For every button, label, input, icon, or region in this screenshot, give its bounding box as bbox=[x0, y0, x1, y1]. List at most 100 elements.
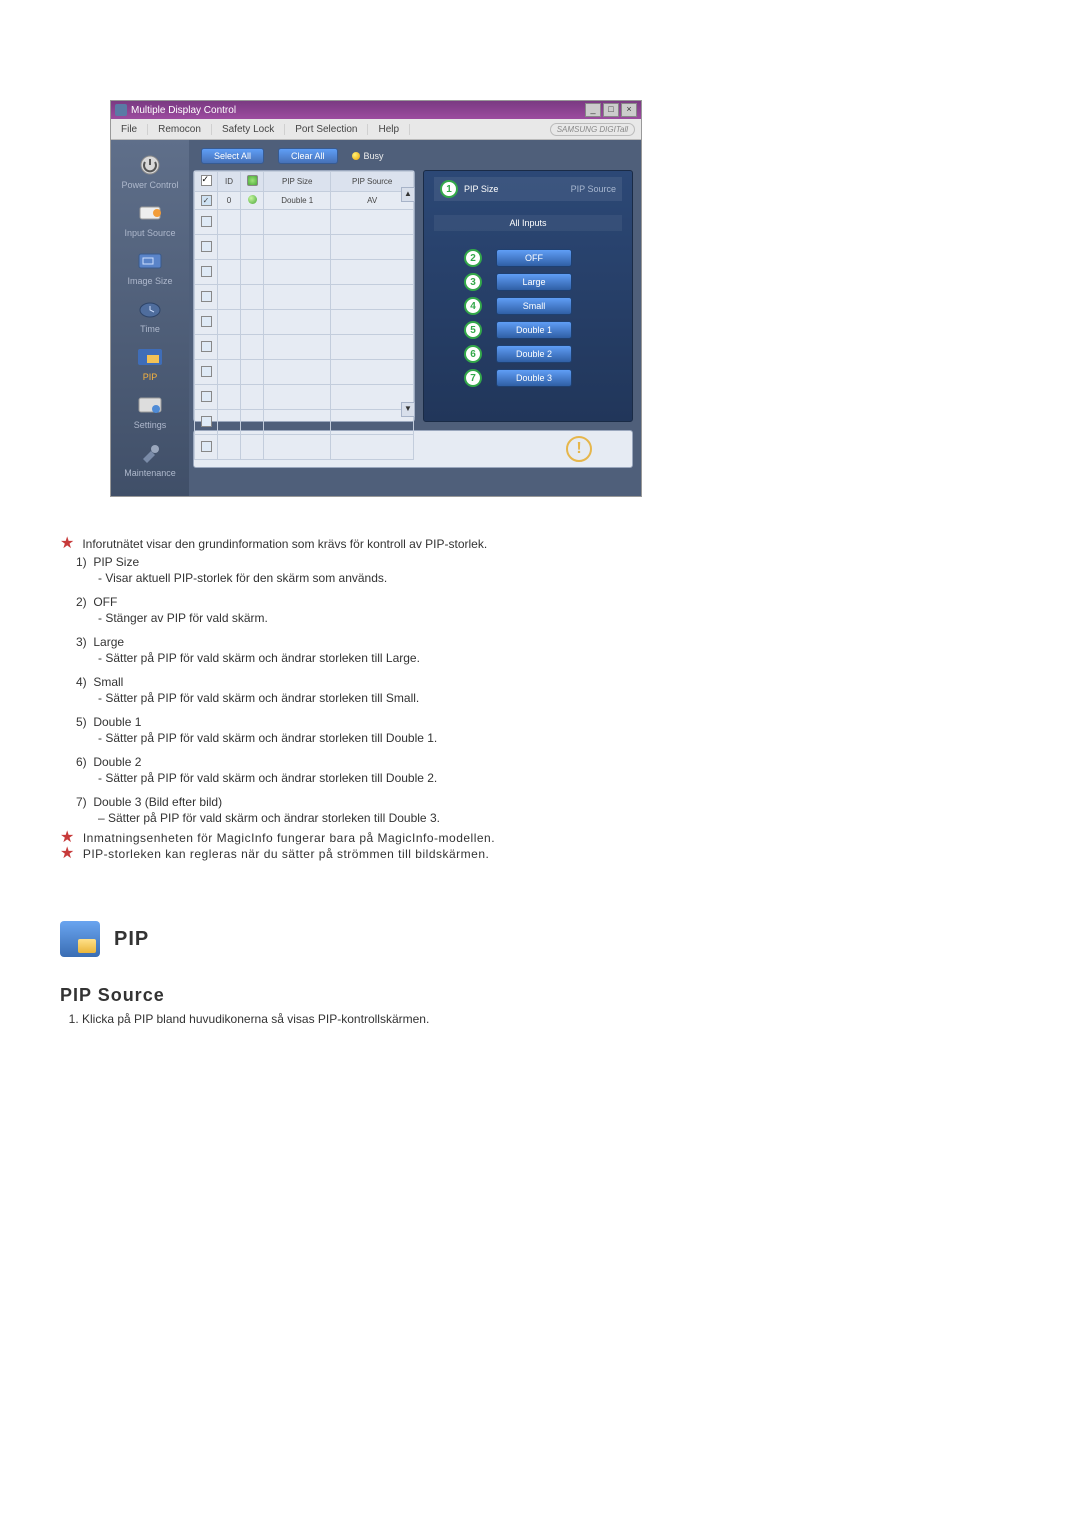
row-checkbox[interactable] bbox=[201, 416, 212, 427]
item-desc: - Sätter på PIP för vald skärm och ändra… bbox=[98, 651, 1020, 665]
note-1: Inmatningsenheten för MagicInfo fungerar… bbox=[83, 831, 495, 845]
item-title: PIP Size bbox=[93, 555, 139, 569]
row-checkbox[interactable] bbox=[201, 266, 212, 277]
col-id: ID bbox=[218, 172, 241, 192]
settings-icon bbox=[133, 392, 167, 418]
scroll-up-button[interactable]: ▲ bbox=[401, 187, 415, 202]
item-title: Large bbox=[93, 635, 124, 649]
table-row[interactable] bbox=[195, 360, 414, 385]
toolbar: Select All Clear All Busy bbox=[193, 148, 633, 164]
input-source-icon bbox=[133, 200, 167, 226]
item-desc: - Sätter på PIP för vald skärm och ändra… bbox=[98, 691, 1020, 705]
small-button[interactable]: Small bbox=[496, 297, 572, 315]
callout-4: 4 bbox=[464, 297, 482, 315]
row-checkbox[interactable] bbox=[201, 216, 212, 227]
row-pip-size: Double 1 bbox=[264, 192, 331, 210]
header-checkbox[interactable] bbox=[201, 175, 212, 186]
table-row[interactable] bbox=[195, 435, 414, 460]
sidebar-item-settings[interactable]: Settings bbox=[111, 388, 189, 436]
large-button[interactable]: Large bbox=[496, 273, 572, 291]
table-row[interactable]: ✓ 0 Double 1 AV bbox=[195, 192, 414, 210]
scroll-down-button[interactable]: ▼ bbox=[401, 402, 415, 417]
menu-remocon[interactable]: Remocon bbox=[148, 124, 212, 135]
item-title: Double 2 bbox=[93, 755, 141, 769]
info-grid-panel: ID PIP Size PIP Source ✓ 0 Double 1 AV bbox=[193, 170, 415, 422]
table-row[interactable] bbox=[195, 260, 414, 285]
sidebar-item-label: Input Source bbox=[124, 228, 175, 238]
menu-port-selection[interactable]: Port Selection bbox=[285, 124, 368, 135]
row-checkbox[interactable] bbox=[201, 391, 212, 402]
star-icon: ★ bbox=[60, 831, 75, 845]
tab-label: PIP Source bbox=[571, 184, 616, 194]
maximize-button[interactable]: □ bbox=[603, 103, 619, 117]
time-icon bbox=[133, 296, 167, 322]
item-desc: - Sätter på PIP för vald skärm och ändra… bbox=[98, 771, 1020, 785]
row-checkbox[interactable]: ✓ bbox=[201, 195, 212, 206]
sidebar-item-pip[interactable]: PIP bbox=[111, 340, 189, 388]
header-power-indicator bbox=[247, 175, 258, 186]
menu-safety-lock[interactable]: Safety Lock bbox=[212, 124, 285, 135]
busy-dot-icon bbox=[352, 152, 360, 160]
section-title: PIP bbox=[114, 928, 149, 951]
grid-scrollbar[interactable]: ▲ ▼ bbox=[401, 187, 413, 417]
power-on-indicator bbox=[248, 195, 257, 204]
row-checkbox[interactable] bbox=[201, 366, 212, 377]
sidebar-item-maintenance[interactable]: Maintenance bbox=[111, 436, 189, 484]
table-row[interactable] bbox=[195, 235, 414, 260]
menubar: File Remocon Safety Lock Port Selection … bbox=[111, 119, 641, 140]
pip-icon bbox=[133, 344, 167, 370]
sidebar-item-label: PIP bbox=[143, 372, 158, 382]
sidebar-item-power-control[interactable]: Power Control bbox=[111, 148, 189, 196]
table-row[interactable] bbox=[195, 335, 414, 360]
minimize-button[interactable]: _ bbox=[585, 103, 601, 117]
callout-2: 2 bbox=[464, 249, 482, 267]
all-inputs-label: All Inputs bbox=[434, 215, 622, 231]
table-row[interactable] bbox=[195, 385, 414, 410]
row-checkbox[interactable] bbox=[201, 441, 212, 452]
table-row[interactable] bbox=[195, 285, 414, 310]
close-button[interactable]: × bbox=[621, 103, 637, 117]
list-num: 4) bbox=[76, 675, 87, 689]
sidebar-item-label: Image Size bbox=[127, 276, 172, 286]
off-button[interactable]: OFF bbox=[496, 249, 572, 267]
item-title: Double 3 (Bild efter bild) bbox=[93, 795, 222, 809]
double2-button[interactable]: Double 2 bbox=[496, 345, 572, 363]
intro-text: Inforutnätet visar den grundinformation … bbox=[82, 537, 487, 551]
row-checkbox[interactable] bbox=[201, 241, 212, 252]
tab-label: PIP Size bbox=[464, 184, 498, 194]
window-title: Multiple Display Control bbox=[131, 105, 236, 116]
menu-file[interactable]: File bbox=[111, 124, 148, 135]
sidebar-item-time[interactable]: Time bbox=[111, 292, 189, 340]
sidebar-item-label: Maintenance bbox=[124, 468, 176, 478]
tab-pip-size[interactable]: 1 PIP Size bbox=[434, 177, 528, 201]
row-checkbox[interactable] bbox=[201, 291, 212, 302]
info-grid[interactable]: ID PIP Size PIP Source ✓ 0 Double 1 AV bbox=[194, 171, 414, 460]
list-num: 5) bbox=[76, 715, 87, 729]
table-row[interactable] bbox=[195, 410, 414, 435]
row-checkbox[interactable] bbox=[201, 341, 212, 352]
brand-badge: SAMSUNG DIGITall bbox=[550, 123, 635, 136]
star-icon: ★ bbox=[60, 537, 74, 551]
list-num: 7) bbox=[76, 795, 87, 809]
select-all-button[interactable]: Select All bbox=[201, 148, 264, 164]
sidebar: Power Control Input Source Image Size Ti… bbox=[111, 140, 189, 496]
table-row[interactable] bbox=[195, 310, 414, 335]
menu-help[interactable]: Help bbox=[368, 124, 410, 135]
list-num: 1) bbox=[76, 555, 87, 569]
alert-icon: ! bbox=[566, 436, 592, 462]
sidebar-item-image-size[interactable]: Image Size bbox=[111, 244, 189, 292]
item-title: Small bbox=[93, 675, 123, 689]
row-id: 0 bbox=[218, 192, 241, 210]
item-title: OFF bbox=[93, 595, 117, 609]
row-checkbox[interactable] bbox=[201, 316, 212, 327]
busy-label: Busy bbox=[364, 151, 384, 161]
sidebar-item-input-source[interactable]: Input Source bbox=[111, 196, 189, 244]
double3-button[interactable]: Double 3 bbox=[496, 369, 572, 387]
table-row[interactable] bbox=[195, 210, 414, 235]
double1-button[interactable]: Double 1 bbox=[496, 321, 572, 339]
list-num: 3) bbox=[76, 635, 87, 649]
clear-all-button[interactable]: Clear All bbox=[278, 148, 338, 164]
image-size-icon bbox=[133, 248, 167, 274]
callout-5: 5 bbox=[464, 321, 482, 339]
tab-pip-source[interactable]: PIP Source bbox=[528, 177, 622, 201]
